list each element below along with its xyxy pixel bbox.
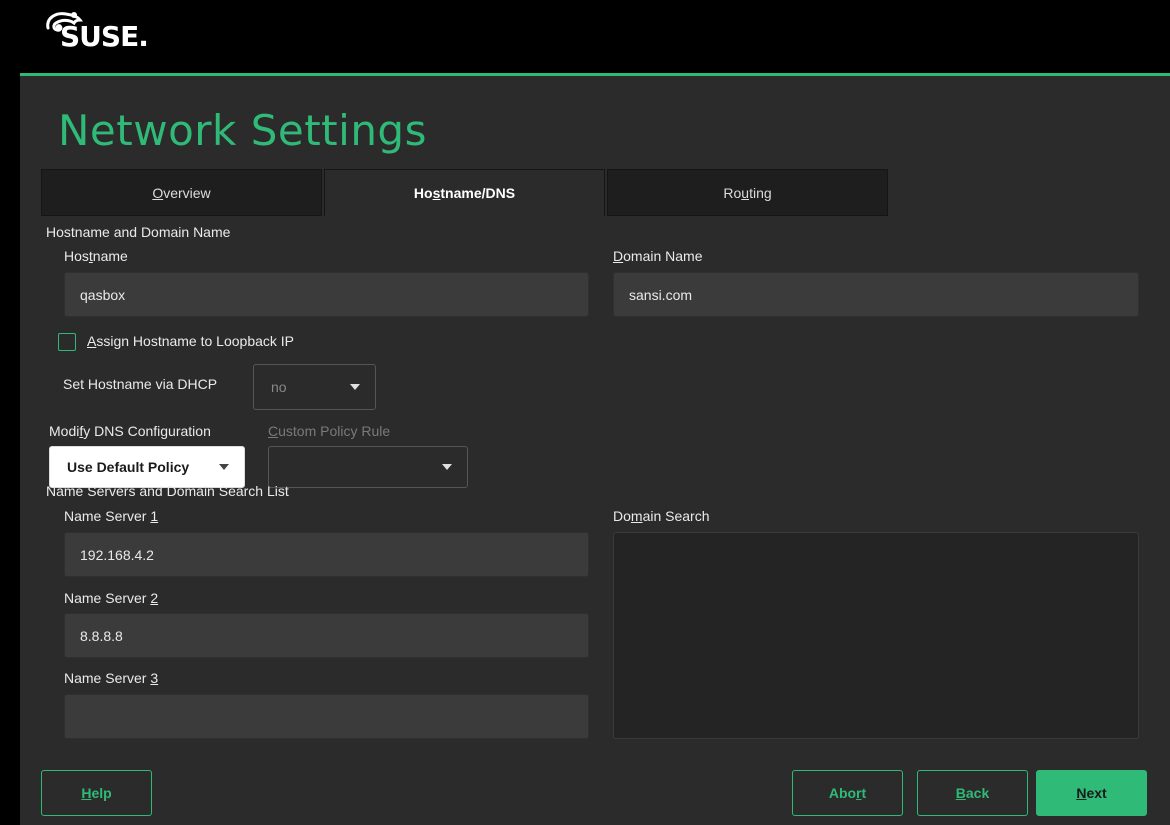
dhcp-hostname-value: no bbox=[271, 379, 287, 395]
loopback-label[interactable]: Assign Hostname to Loopback IP bbox=[87, 333, 294, 349]
name-server-2-label: Name Server 2 bbox=[64, 590, 159, 606]
abort-button[interactable]: Abo r t bbox=[792, 770, 903, 816]
dns-config-label: Modify DNS Configuration bbox=[49, 423, 211, 439]
next-button[interactable]: Next bbox=[1036, 770, 1147, 816]
custom-policy-label: Custom Policy Rule bbox=[268, 423, 391, 439]
logo-text: SUSE. bbox=[60, 20, 149, 53]
tab-label-mnemonic: O bbox=[152, 184, 164, 201]
tab-overview[interactable]: Overview bbox=[41, 169, 322, 216]
name-server-1-label: Name Server 1 bbox=[64, 508, 159, 524]
tab-label: ting bbox=[749, 184, 772, 201]
tab-label: Ro bbox=[723, 184, 742, 201]
tab-label-mnemonic: u bbox=[741, 184, 750, 201]
name-server-3-label: Name Server 3 bbox=[64, 670, 159, 686]
name-server-3-input[interactable] bbox=[64, 694, 589, 739]
tab-hostname-dns[interactable]: Ho s tname/DNS bbox=[324, 169, 605, 216]
dns-config-select[interactable]: Use Default Policy bbox=[49, 446, 245, 488]
page-title: Network Settings bbox=[58, 106, 427, 155]
tab-label: verview bbox=[163, 184, 211, 201]
dhcp-hostname-label: Set Hostname via DHCP bbox=[63, 376, 218, 392]
chevron-down-icon bbox=[219, 464, 229, 470]
custom-policy-select[interactable] bbox=[268, 446, 468, 488]
help-button[interactable]: Help bbox=[41, 770, 152, 816]
hostname-section-heading: Hostname and Domain Name bbox=[46, 224, 231, 240]
dhcp-hostname-select[interactable]: no bbox=[253, 364, 376, 410]
name-server-1-input[interactable]: 192.168.4.2 bbox=[64, 532, 589, 577]
top-bar: SUSE. bbox=[0, 0, 1170, 74]
chevron-down-icon bbox=[350, 384, 360, 390]
chevron-down-icon bbox=[442, 464, 452, 470]
domain-name-label: Domain Name bbox=[613, 248, 703, 264]
dns-config-value: Use Default Policy bbox=[67, 459, 190, 475]
suse-logo: SUSE. bbox=[44, 6, 154, 60]
ns-section-heading: Name Servers and Domain Search List bbox=[46, 483, 289, 499]
tab-label: tname/DNS bbox=[440, 185, 516, 201]
name-server-2-input[interactable]: 8.8.8.8 bbox=[64, 613, 589, 658]
back-button[interactable]: Back bbox=[917, 770, 1028, 816]
tab-routing[interactable]: Ro u ting bbox=[607, 169, 888, 216]
domain-name-input[interactable]: sansi.com bbox=[613, 272, 1139, 317]
domain-search-label: Domain Search bbox=[613, 508, 710, 524]
tab-label-mnemonic: s bbox=[432, 185, 441, 201]
loopback-checkbox[interactable] bbox=[58, 333, 76, 351]
hostname-input[interactable]: qasbox bbox=[64, 272, 589, 317]
tab-label: Ho bbox=[413, 185, 433, 201]
hostname-label: Hostname bbox=[64, 248, 128, 264]
domain-search-textarea[interactable] bbox=[613, 532, 1139, 739]
